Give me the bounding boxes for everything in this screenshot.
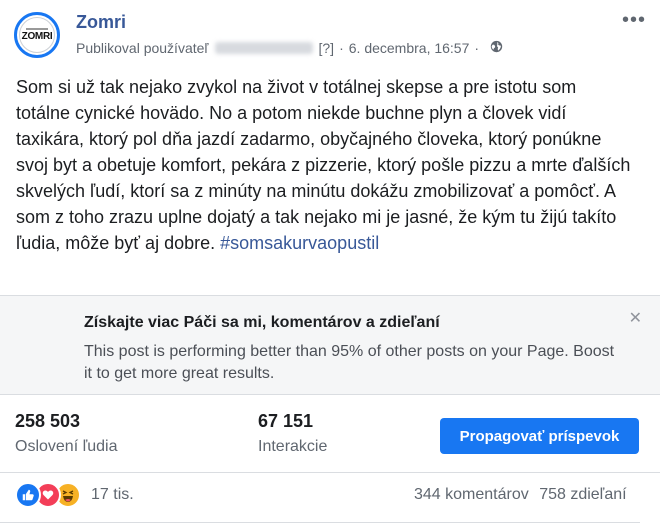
meta-separator: ·: [339, 40, 344, 56]
post-date-link[interactable]: 6. decembra, 16:57: [349, 40, 470, 56]
meta-separator-2: ·: [474, 40, 480, 56]
post-text: Som si už tak nejako zvykol na život v t…: [16, 74, 632, 256]
like-icon: [15, 482, 41, 508]
publisher-label: Publikoval používateľ: [76, 40, 209, 56]
boost-title: Získajte viac Páči sa mi, komentárov a z…: [84, 314, 440, 331]
avatar-logo: ZOMRI: [19, 17, 55, 53]
engagement-counts: 344 komentárov 758 zdieľaní: [414, 486, 627, 504]
divider: [0, 472, 660, 473]
post-meta: Publikoval používateľ [?] · 6. decembra,…: [76, 40, 503, 56]
reactions-summary[interactable]: 17 tis.: [15, 482, 134, 508]
close-icon[interactable]: ✕: [629, 308, 642, 328]
avatar-text: ZOMRI: [21, 31, 53, 42]
avatar-decoration: [26, 28, 48, 30]
page-name-link[interactable]: Zomri: [76, 12, 126, 33]
publisher-name-blurred: [214, 42, 313, 54]
help-link[interactable]: [?]: [319, 40, 335, 56]
more-options-icon[interactable]: •••: [622, 10, 646, 30]
reach-value: 258 503: [15, 411, 81, 431]
bottom-divider: [0, 522, 640, 523]
reaction-count[interactable]: 17 tis.: [91, 486, 134, 504]
post-body: Som si už tak nejako zvykol na život v t…: [16, 77, 631, 253]
engagement-label: Interakcie: [258, 438, 328, 455]
page-avatar[interactable]: ZOMRI: [14, 12, 60, 58]
post-card: ZOMRI Zomri Publikoval používateľ [?] · …: [0, 0, 660, 529]
boost-description: This post is performing better than 95% …: [84, 343, 615, 382]
boost-post-button[interactable]: Propagovať príspevok: [440, 418, 639, 454]
hashtag-link[interactable]: #somsakurvaopustil: [220, 233, 379, 253]
shares-count-link[interactable]: 758 zdieľaní: [539, 486, 626, 503]
globe-icon[interactable]: [490, 40, 503, 56]
reach-label: Oslovení ľudia: [15, 438, 118, 455]
engagement-value: 67 151: [258, 411, 314, 431]
comments-count-link[interactable]: 344 komentárov: [414, 486, 529, 503]
boost-suggestion-box: Získajte viac Páči sa mi, komentárov a z…: [0, 295, 660, 395]
